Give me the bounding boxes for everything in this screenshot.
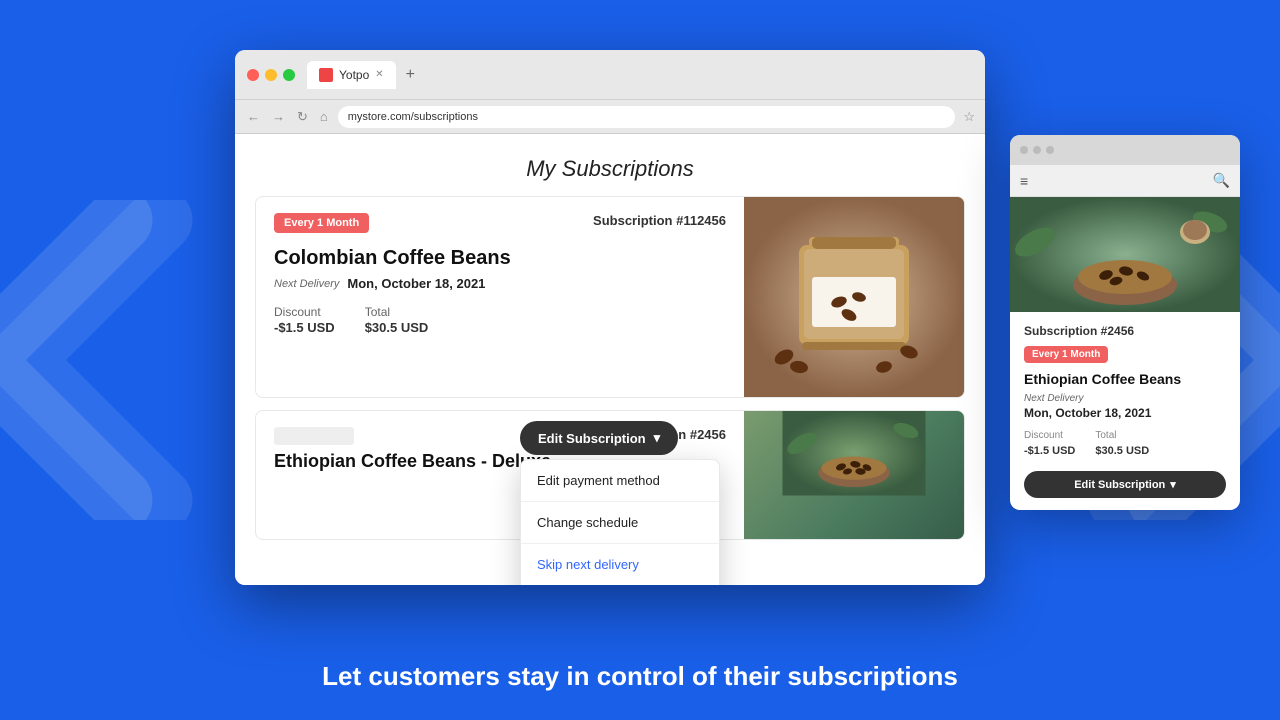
discount-label-1: Discount (274, 305, 335, 319)
url-display: mystore.com/subscriptions (348, 111, 478, 123)
product-partial-text: Ethiopian Coffee Beans - Deluxe (274, 451, 551, 471)
modal-next-delivery-date: Mon, October 18, 2021 (1024, 406, 1226, 420)
sub-header-row-1: Every 1 Month Subscription #112456 (274, 213, 726, 241)
next-delivery-label-1: Next Delivery (274, 278, 339, 290)
next-delivery-date-1: Mon, October 18, 2021 (347, 276, 485, 291)
tab-bar: Yotpo ✕ + (307, 61, 973, 89)
modal-coffee-image (1010, 197, 1240, 312)
edit-subscription-button[interactable]: Edit Subscription ▾ (520, 421, 678, 455)
sub-product-name-1: Colombian Coffee Beans (274, 247, 726, 270)
modal-discount-value: -$1.5 USD (1024, 445, 1075, 457)
tagline: Let customers stay in control of their s… (0, 661, 1280, 692)
coffee-image-2 (744, 411, 964, 540)
total-label-1: Total (365, 305, 429, 319)
edit-subscription-btn-area: Edit Subscription ▾ (520, 421, 678, 455)
subscription-card-1: Every 1 Month Subscription #112456 Colom… (255, 196, 965, 398)
modal-edit-btn-label: Edit Subscription (1074, 479, 1165, 491)
home-button[interactable]: ⌂ (318, 107, 330, 126)
modal-dot-2 (1033, 146, 1041, 154)
next-delivery-row-1: Next Delivery Mon, October 18, 2021 (274, 276, 726, 291)
total-item-1: Total $30.5 USD (365, 305, 429, 337)
frequency-badge-1: Every 1 Month (274, 213, 369, 233)
page-title: My Subscriptions (235, 134, 985, 196)
pricing-row-1: Discount -$1.5 USD Total $30.5 USD (274, 305, 726, 337)
total-value-1: $30.5 USD (365, 320, 429, 335)
traffic-lights (247, 69, 295, 81)
hamburger-icon[interactable]: ≡ (1020, 173, 1028, 189)
modal-card: ≡ 🔍 (1010, 135, 1240, 510)
edit-dropdown-menu: Edit payment method Change schedule Skip… (520, 459, 720, 585)
modal-total-label: Total (1095, 430, 1149, 441)
browser-chrome: Yotpo ✕ + (235, 50, 985, 100)
modal-dot-1 (1020, 146, 1028, 154)
modal-frequency-badge: Every 1 Month (1024, 346, 1108, 363)
tab-label: Yotpo (339, 68, 369, 82)
dropdown-item-schedule[interactable]: Change schedule (521, 502, 719, 543)
modal-edit-arrow-icon: ▾ (1170, 478, 1176, 491)
modal-total-item: Total $30.5 USD (1095, 430, 1149, 459)
modal-search-icon[interactable]: 🔍 (1213, 172, 1230, 189)
discount-item-1: Discount -$1.5 USD (274, 305, 335, 337)
modal-next-delivery-label: Next Delivery (1024, 393, 1226, 404)
new-tab-button[interactable]: + (400, 64, 421, 86)
dropdown-item-payment-label: Edit payment method (537, 473, 660, 488)
maximize-button[interactable] (283, 69, 295, 81)
dropdown-item-skip[interactable]: Skip next delivery (521, 544, 719, 585)
modal-dot-3 (1046, 146, 1054, 154)
bookmark-icon[interactable]: ☆ (963, 109, 975, 125)
minimize-button[interactable] (265, 69, 277, 81)
modal-discount-label: Discount (1024, 430, 1075, 441)
discount-value-1: -$1.5 USD (274, 320, 335, 335)
back-button[interactable]: ← (245, 107, 262, 126)
close-button[interactable] (247, 69, 259, 81)
modal-nav: ≡ 🔍 (1010, 165, 1240, 197)
modal-sub-number: Subscription #2456 (1024, 324, 1226, 338)
coffee-image-1 (744, 197, 964, 397)
dropdown-item-payment[interactable]: Edit payment method (521, 460, 719, 501)
modal-edit-subscription-button[interactable]: Edit Subscription ▾ (1024, 471, 1226, 498)
modal-pricing: Discount -$1.5 USD Total $30.5 USD (1024, 430, 1226, 459)
browser-content: My Subscriptions Every 1 Month Subscript… (235, 134, 985, 585)
sub-card-left-1: Every 1 Month Subscription #112456 Colom… (256, 197, 744, 397)
edit-subscription-label: Edit Subscription (538, 431, 646, 446)
tab-close-icon[interactable]: ✕ (375, 69, 383, 80)
nav-bar: ← → ↻ ⌂ mystore.com/subscriptions ☆ (235, 100, 985, 134)
modal-total-value: $30.5 USD (1095, 445, 1149, 457)
sub-number-1: Subscription #112456 (593, 213, 726, 228)
modal-product-name: Ethiopian Coffee Beans (1024, 371, 1226, 387)
tab-yotpo[interactable]: Yotpo ✕ (307, 61, 396, 89)
reload-button[interactable]: ↻ (295, 107, 310, 127)
dropdown-arrow-icon: ▾ (654, 430, 661, 446)
dropdown-item-schedule-label: Change schedule (537, 515, 638, 530)
forward-button[interactable]: → (270, 107, 287, 126)
modal-body: Subscription #2456 Every 1 Month Ethiopi… (1010, 312, 1240, 510)
tab-favicon (319, 68, 333, 82)
dropdown-item-skip-label: Skip next delivery (537, 557, 639, 572)
browser-window: Yotpo ✕ + ← → ↻ ⌂ mystore.com/subscripti… (235, 50, 985, 585)
modal-discount-item: Discount -$1.5 USD (1024, 430, 1075, 459)
address-bar[interactable]: mystore.com/subscriptions (338, 106, 956, 128)
modal-chrome (1010, 135, 1240, 165)
